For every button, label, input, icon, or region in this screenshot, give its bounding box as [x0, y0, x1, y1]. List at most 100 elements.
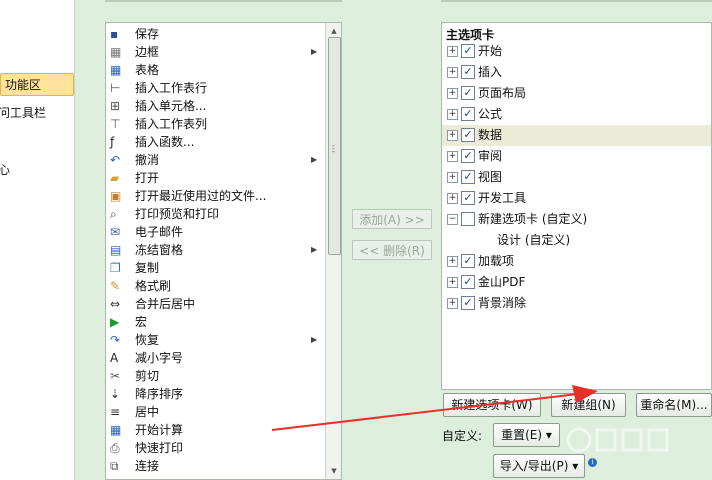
copy-icon: ❐ [110, 261, 121, 275]
command-list-item[interactable]: ⊤ 插入工作表列 [106, 115, 324, 133]
expand-icon[interactable]: + [447, 67, 458, 78]
command-list-item[interactable]: ↷ 恢复 ▶ [106, 331, 324, 349]
expand-icon[interactable]: + [447, 88, 458, 99]
command-list-item[interactable]: ❐ 复制 [106, 259, 324, 277]
expand-icon[interactable]: + [447, 256, 458, 267]
nav-item-quick-access-toolbar[interactable]: 问工具栏 [0, 104, 46, 121]
new-group-button[interactable]: 新建组(N) [551, 393, 626, 417]
tree-item[interactable]: + ✓ 插入 [442, 62, 711, 83]
command-list-item[interactable]: ▤ 冻结窗格 ▶ [106, 241, 324, 259]
command-list-item[interactable]: ↶ 撤消 ▶ [106, 151, 324, 169]
command-list-item[interactable]: ⇔ 合并后居中 [106, 295, 324, 313]
command-list-item[interactable]: ✎ 格式刷 [106, 277, 324, 295]
tree-item[interactable]: + ✓ 视图 [442, 167, 711, 188]
tab-checkbox[interactable]: ✓ [461, 86, 475, 100]
rename-button[interactable]: 重命名(M)... [636, 393, 712, 417]
command-list-item[interactable]: ⊞ 插入单元格... [106, 97, 324, 115]
tab-checkbox[interactable] [461, 212, 475, 226]
command-label: 减小字号 [135, 351, 184, 365]
command-label: 表格 [135, 63, 160, 77]
expand-icon[interactable]: + [447, 46, 458, 57]
tree-item[interactable]: + ✓ 公式 [442, 104, 711, 125]
expand-icon[interactable]: + [447, 277, 458, 288]
command-list-item[interactable]: ▦ 开始计算 [106, 421, 324, 439]
add-button[interactable]: 添加(A) >> [352, 209, 432, 229]
tab-checkbox[interactable]: ✓ [461, 107, 475, 121]
insert-cell-icon: ⊞ [110, 99, 121, 113]
expand-icon[interactable]: + [447, 172, 458, 183]
command-list-item[interactable]: ▰ 打开 [106, 169, 324, 187]
expand-icon[interactable]: + [447, 193, 458, 204]
command-list-item[interactable]: ⎙ 快速打印 [106, 439, 324, 457]
tab-checkbox[interactable]: ✓ [461, 170, 475, 184]
tab-checkbox[interactable]: ✓ [461, 44, 475, 58]
customize-label: 自定义: [442, 429, 483, 443]
expand-icon[interactable]: + [447, 151, 458, 162]
command-list-item[interactable]: ⇣ 降序排序 [106, 385, 324, 403]
tree-item[interactable]: + ✓ 背景消除 [442, 293, 711, 314]
command-list-item[interactable]: ƒ 插入函数... [106, 133, 324, 151]
command-label: 打开最近使用过的文件... [135, 189, 267, 203]
watermark-logo-icon [566, 427, 669, 453]
align-center-icon: ≡ [110, 405, 121, 419]
tab-checkbox[interactable]: ✓ [461, 65, 475, 79]
tree-item-label: 页面布局 [478, 86, 527, 100]
tree-item[interactable]: 设计 (自定义) [442, 230, 711, 251]
command-label: 插入单元格... [135, 99, 207, 113]
remove-button[interactable]: << 删除(R) [352, 240, 432, 260]
tree-item[interactable]: + ✓ 开始 [442, 41, 711, 62]
tree-item-label: 数据 [478, 128, 503, 142]
tree-item-label: 审阅 [478, 149, 503, 163]
command-list[interactable]: ▪ 保存 ▦ 边框 ▶ ▦ 表格 ⊢ 插入工作表行 ⊞ 插入单元格... ⊤ 插入工作表列 ƒ 插入函数..… [105, 22, 342, 480]
command-label: 插入工作表行 [135, 81, 208, 95]
tab-checkbox[interactable]: ✓ [461, 128, 475, 142]
command-list-item[interactable]: ✉ 电子邮件 [106, 223, 324, 241]
tree-item[interactable]: − 新建选项卡 (自定义) [442, 209, 711, 230]
tab-checkbox[interactable]: ✓ [461, 254, 475, 268]
tree-item[interactable]: + ✓ 金山PDF [442, 272, 711, 293]
tree-item-label: 新建选项卡 (自定义) [478, 212, 588, 226]
ribbon-tab-tree[interactable]: 主选项卡 + ✓ 开始 + ✓ 插入 + ✓ 页面布局 + ✓ 公式 + ✓ 数据 + ✓ 审阅 + ✓ 视图 + ✓ 开发工… [441, 22, 712, 390]
nav-item-trust-center[interactable]: 心 [0, 161, 10, 178]
tab-checkbox[interactable]: ✓ [461, 191, 475, 205]
tree-item-label: 设计 (自定义) [497, 233, 571, 247]
command-list-scrollbar[interactable]: ▲ --- ▼ [325, 23, 341, 479]
tree-item[interactable]: + ✓ 数据 [442, 125, 711, 146]
top-divider [105, 0, 342, 2]
reset-dropdown-button[interactable]: 重置(E) ▾ [493, 423, 560, 447]
command-list-item[interactable]: ▦ 表格 [106, 61, 324, 79]
scroll-down-arrow-icon[interactable]: ▼ [326, 463, 341, 479]
tab-checkbox[interactable]: ✓ [461, 149, 475, 163]
expand-icon[interactable]: + [447, 298, 458, 309]
nav-item-customize-ribbon[interactable]: 功能区 [0, 73, 74, 96]
tree-item[interactable]: + ✓ 页面布局 [442, 83, 711, 104]
new-tab-button[interactable]: 新建选项卡(W) [443, 393, 541, 417]
tree-item[interactable]: + ✓ 加载项 [442, 251, 711, 272]
command-list-item[interactable]: ⊢ 插入工作表行 [106, 79, 324, 97]
expand-icon[interactable]: + [447, 130, 458, 141]
tree-item[interactable]: + ✓ 开发工具 [442, 188, 711, 209]
tree-item-label: 金山PDF [478, 275, 526, 289]
tree-item[interactable]: + ✓ 审阅 [442, 146, 711, 167]
submenu-arrow-icon: ▶ [311, 245, 318, 254]
nav-item-label: 问工具栏 [0, 106, 47, 120]
command-label: 快速打印 [135, 441, 184, 455]
command-list-item[interactable]: ▪ 保存 [106, 25, 324, 43]
command-label: 开始计算 [135, 423, 184, 437]
submenu-arrow-icon: ▶ [311, 335, 318, 344]
command-list-item[interactable]: ≡ 居中 [106, 403, 324, 421]
command-list-item[interactable]: ▦ 边框 ▶ [106, 43, 324, 61]
tab-checkbox[interactable]: ✓ [461, 275, 475, 289]
command-list-item[interactable]: ▣ 打开最近使用过的文件... [106, 187, 324, 205]
command-list-item[interactable]: ▶ 宏 [106, 313, 324, 331]
tab-checkbox[interactable]: ✓ [461, 296, 475, 310]
collapse-icon[interactable]: − [447, 214, 458, 225]
expand-icon[interactable]: + [447, 109, 458, 120]
command-list-item[interactable]: A 减小字号 [106, 349, 324, 367]
command-label: 保存 [135, 27, 160, 41]
scrollbar-thumb[interactable]: --- [328, 37, 341, 255]
command-list-item[interactable]: ⧉ 连接 [106, 457, 324, 475]
tree-item-label: 视图 [478, 170, 503, 184]
command-list-item[interactable]: ⌕ 打印预览和打印 [106, 205, 324, 223]
command-list-item[interactable]: ✂ 剪切 [106, 367, 324, 385]
